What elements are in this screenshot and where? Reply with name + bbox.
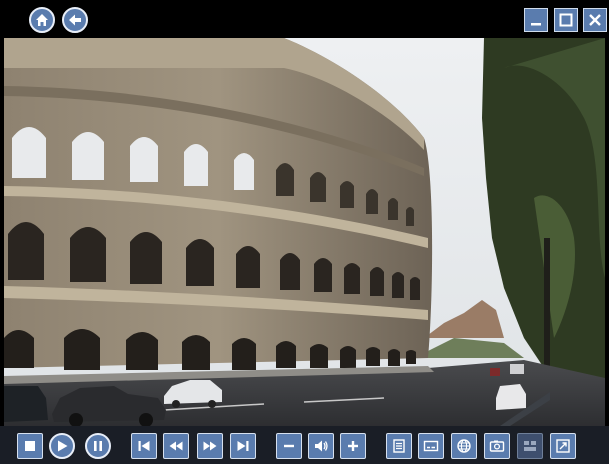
skip-end-button[interactable] — [230, 433, 256, 459]
maximize-icon — [559, 13, 573, 27]
skip-start-button[interactable] — [131, 433, 157, 459]
play-icon — [58, 440, 68, 452]
volume-down-button[interactable] — [276, 433, 302, 459]
snapshot-button[interactable] — [484, 433, 510, 459]
minimize-icon — [531, 23, 541, 26]
video-frame — [4, 38, 605, 426]
fast-forward-icon — [203, 441, 217, 451]
play-button[interactable] — [49, 433, 75, 459]
stop-icon — [25, 441, 35, 451]
back-arrow-icon — [69, 14, 81, 26]
maximize-button[interactable] — [554, 8, 578, 32]
back-button[interactable] — [62, 7, 88, 33]
volume-up-icon — [348, 441, 358, 451]
volume-up-button[interactable] — [340, 433, 366, 459]
multi-view-button[interactable] — [517, 433, 543, 459]
skip-start-icon — [138, 441, 150, 451]
volume-down-icon — [284, 444, 294, 448]
minimize-button[interactable] — [524, 8, 548, 32]
subtitle-icon — [423, 440, 439, 452]
rewind-icon — [169, 441, 183, 451]
playlist-icon — [393, 439, 405, 453]
speaker-icon — [315, 440, 328, 452]
snapshot-icon — [489, 440, 505, 452]
close-icon — [589, 14, 601, 26]
pause-button[interactable] — [85, 433, 111, 459]
pause-icon — [94, 441, 102, 451]
multi-view-icon — [524, 441, 536, 451]
globe-button[interactable] — [451, 433, 477, 459]
fullscreen-icon — [556, 439, 570, 453]
playlist-button[interactable] — [386, 433, 412, 459]
top-bar — [0, 0, 609, 38]
rewind-button[interactable] — [163, 433, 189, 459]
skip-end-icon — [237, 441, 249, 451]
control-bar — [0, 426, 609, 464]
video-display[interactable] — [4, 38, 605, 426]
fullscreen-button[interactable] — [550, 433, 576, 459]
globe-icon — [457, 439, 471, 453]
stop-button[interactable] — [17, 433, 43, 459]
home-button[interactable] — [29, 7, 55, 33]
mute-button[interactable] — [308, 433, 334, 459]
home-icon — [36, 14, 48, 26]
subtitle-button[interactable] — [418, 433, 444, 459]
close-button[interactable] — [583, 8, 607, 32]
fast-forward-button[interactable] — [197, 433, 223, 459]
